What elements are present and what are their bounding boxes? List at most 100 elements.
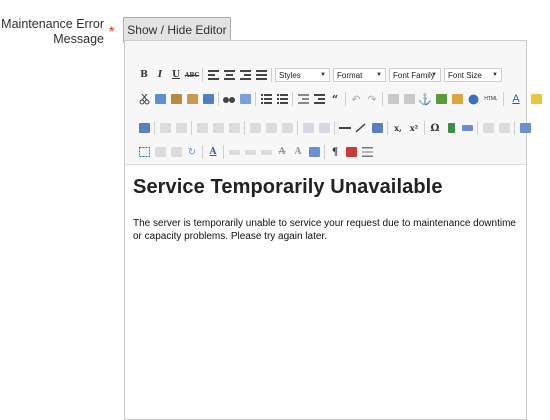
replace-icon[interactable]: [238, 92, 252, 106]
page-break-icon[interactable]: [259, 145, 273, 159]
toolbar-separator: [477, 121, 478, 135]
font-family-select[interactable]: Font Family ▼: [389, 68, 441, 82]
undo-icon[interactable]: ↶: [349, 92, 363, 106]
paste-plain-icon[interactable]: [153, 145, 167, 159]
font-size-select-label: Font Size: [448, 70, 482, 80]
toolbar-separator: [191, 121, 192, 135]
cleanup-icon[interactable]: [450, 92, 464, 106]
copy-icon[interactable]: [153, 92, 167, 106]
edit-css-icon[interactable]: [137, 121, 151, 135]
link-icon[interactable]: [386, 92, 400, 106]
help-icon[interactable]: [466, 92, 480, 106]
abbreviation-icon[interactable]: [264, 121, 278, 135]
acronym-icon[interactable]: [280, 121, 294, 135]
move-backward-icon[interactable]: [195, 121, 209, 135]
table-row-icon[interactable]: [317, 121, 331, 135]
align-center-icon[interactable]: [222, 68, 236, 82]
numbered-list-icon[interactable]: [275, 92, 289, 106]
attributes-icon[interactable]: [227, 145, 241, 159]
cut-icon[interactable]: [137, 92, 151, 106]
chevron-down-icon: ▼: [492, 72, 498, 78]
toolbar-separator: [202, 68, 203, 82]
font-family-select-label: Font Family: [393, 70, 435, 80]
chevron-down-icon: ▼: [431, 72, 437, 78]
media-icon[interactable]: [444, 121, 458, 135]
align-left-icon[interactable]: [206, 68, 220, 82]
show-blocks-button[interactable]: ¶: [328, 145, 342, 159]
background-color-icon[interactable]: [527, 92, 545, 106]
align-right-icon[interactable]: [238, 68, 252, 82]
toolbar-separator: [202, 145, 203, 159]
italic-button[interactable]: I: [153, 68, 167, 82]
toolbar-separator: [424, 121, 425, 135]
page-break-insert-icon[interactable]: [360, 145, 374, 159]
select-all-icon[interactable]: [137, 145, 151, 159]
find-icon[interactable]: [222, 92, 236, 106]
refresh-icon[interactable]: ↻: [185, 145, 199, 159]
toolbar-separator: [334, 121, 335, 135]
move-forward-icon[interactable]: [174, 121, 188, 135]
field-label: Maintenance Error Message: [1, 17, 104, 46]
styles-select[interactable]: Styles ▼: [275, 68, 330, 82]
content-paragraph: The server is temporarily unable to serv…: [133, 218, 516, 242]
paste-icon[interactable]: [169, 92, 183, 106]
anchor-icon[interactable]: ⚓: [418, 92, 432, 106]
toolbar-separator: [292, 92, 293, 106]
special-character-button[interactable]: Ω: [428, 121, 442, 135]
styles-select-label: Styles: [279, 70, 301, 80]
subscript-button[interactable]: x,: [391, 121, 405, 135]
fullscreen-icon[interactable]: [518, 121, 532, 135]
chevron-down-icon: ▼: [376, 72, 382, 78]
rtl-icon[interactable]: [497, 121, 511, 135]
strikethrough-button[interactable]: ABC: [185, 68, 200, 82]
ltr-icon[interactable]: [481, 121, 495, 135]
style-props-icon[interactable]: [227, 121, 241, 135]
cite-icon[interactable]: [248, 121, 262, 135]
toolbar-separator: [324, 145, 325, 159]
replace-text-icon[interactable]: [169, 145, 183, 159]
unlink-icon[interactable]: [402, 92, 416, 106]
insert-widget-icon[interactable]: [460, 121, 474, 135]
template-icon[interactable]: [344, 145, 358, 159]
absolute-position-icon[interactable]: [211, 121, 225, 135]
format-select[interactable]: Format ▼: [333, 68, 386, 82]
outdent-icon[interactable]: [296, 92, 310, 106]
editor-content[interactable]: Service Temporarily Unavailable The serv…: [133, 176, 518, 243]
toolbar-separator: [255, 92, 256, 106]
wysiwyg-editor: B I U ABC Styles ▼ Format ▼ Font Family ▼ F…: [124, 40, 542, 420]
toolbar-row-2: “ ↶ ↷ ⚓ HTML A: [137, 90, 547, 108]
remove-format-icon[interactable]: [354, 121, 368, 135]
bold-button[interactable]: B: [137, 68, 151, 82]
text-color-icon[interactable]: A: [507, 92, 525, 106]
insert-layer-icon[interactable]: [158, 121, 172, 135]
paste-text-icon[interactable]: [185, 92, 199, 106]
underline-button[interactable]: U: [169, 68, 183, 82]
redo-icon[interactable]: ↷: [365, 92, 379, 106]
blockquote-icon[interactable]: “: [328, 92, 342, 106]
toolbar-separator: [244, 121, 245, 135]
chevron-down-icon: ▼: [320, 72, 326, 78]
toolbar-separator: [345, 92, 346, 106]
toolbar-separator: [503, 92, 504, 106]
horizontal-rule-icon[interactable]: [338, 121, 352, 135]
non-breaking-space-icon[interactable]: [243, 145, 257, 159]
table-icon[interactable]: [301, 121, 315, 135]
insert-text-icon[interactable]: A: [206, 145, 220, 159]
image-icon[interactable]: [434, 92, 448, 106]
editor-toolbar: B I U ABC Styles ▼ Format ▼ Font Family ▼ F…: [125, 41, 542, 165]
insert-image-icon[interactable]: [307, 145, 321, 159]
font-size-select[interactable]: Font Size ▼: [444, 68, 502, 82]
paste-word-icon[interactable]: [201, 92, 215, 106]
format-select-label: Format: [337, 70, 363, 80]
html-source-button[interactable]: HTML: [482, 92, 500, 106]
superscript-button[interactable]: x²: [407, 121, 421, 135]
indent-icon[interactable]: [312, 92, 326, 106]
toolbar-separator: [514, 121, 515, 135]
content-heading: Service Temporarily Unavailable: [133, 176, 443, 198]
insert-variable-icon[interactable]: A: [291, 145, 305, 159]
delete-text-icon[interactable]: A: [275, 145, 289, 159]
align-justify-icon[interactable]: [254, 68, 268, 82]
toolbar-separator: [154, 121, 155, 135]
bullet-list-icon[interactable]: [259, 92, 273, 106]
visual-aid-icon[interactable]: [370, 121, 384, 135]
